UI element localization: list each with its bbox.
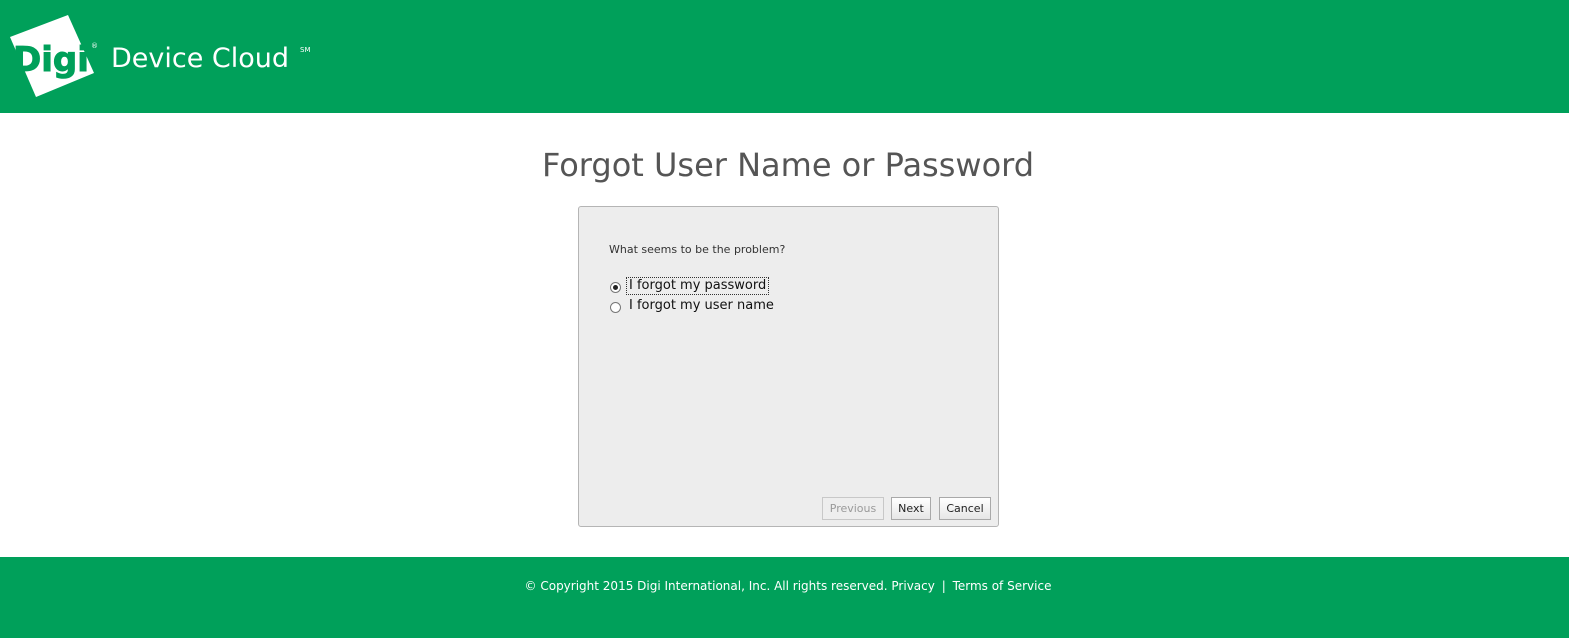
forgot-username-option[interactable]: I forgot my user name [610, 297, 777, 315]
terms-of-service-link[interactable]: Terms of Service [953, 579, 1052, 593]
forgot-password-option[interactable]: I forgot my password [610, 277, 770, 295]
forgot-password-radio[interactable] [610, 281, 621, 293]
copyright-text: © Copyright 2015 Digi International, Inc… [524, 579, 888, 593]
forgot-username-radio[interactable] [610, 301, 621, 313]
next-button[interactable]: Next [891, 497, 931, 520]
service-mark: SM [300, 46, 311, 54]
privacy-link[interactable]: Privacy [891, 579, 934, 593]
forgot-username-label[interactable]: I forgot my user name [626, 297, 777, 315]
footer-bar: © Copyright 2015 Digi International, Inc… [0, 557, 1569, 638]
brand-name: Device Cloud [111, 43, 290, 74]
header-bar: Digi ® Device Cloud SM [0, 0, 1569, 113]
previous-button[interactable]: Previous [822, 497, 884, 520]
footer-line: © Copyright 2015 Digi International, Inc… [0, 577, 1569, 595]
digi-logo-mark: ® [91, 42, 98, 50]
digi-logo[interactable]: Digi ® [8, 15, 100, 97]
problem-question: What seems to be the problem? [609, 243, 786, 256]
digi-logo-text: Digi [13, 40, 89, 80]
page-title: Forgot User Name or Password [541, 146, 1035, 184]
recovery-dialog: What seems to be the problem? I forgot m… [578, 206, 999, 527]
footer-separator: | [941, 579, 946, 593]
cancel-button[interactable]: Cancel [939, 497, 991, 520]
forgot-password-label[interactable]: I forgot my password [626, 277, 770, 295]
